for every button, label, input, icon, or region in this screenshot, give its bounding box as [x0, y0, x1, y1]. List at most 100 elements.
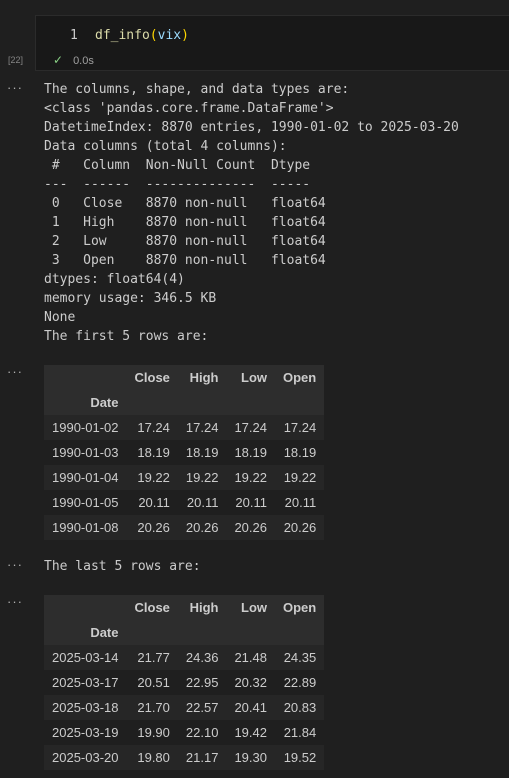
table-row: 2025-03-19 19.90 22.10 19.42 21.84: [44, 720, 325, 745]
blank-cell: [226, 620, 275, 645]
row-index-date: 1990-01-08: [52, 520, 119, 535]
table-cell: 20.11: [138, 495, 170, 510]
column-header: Close: [134, 600, 170, 615]
table-cell: 19.30: [234, 750, 267, 765]
table-cell: 24.36: [185, 650, 219, 665]
table-row: 1990-01-04 19.22 19.22 19.22 19.22: [44, 465, 325, 490]
index-header-blank: [44, 595, 127, 620]
execution-status: ✓ 0.0s: [53, 53, 94, 67]
table-cell: 18.19: [137, 445, 170, 460]
output-menu-icon[interactable]: ···: [7, 557, 23, 572]
last-rows-label: The last 5 rows are:: [44, 559, 201, 574]
output-menu-icon[interactable]: ···: [7, 594, 23, 609]
table-cell: 18.19: [185, 445, 219, 460]
first-rows-table: Close High Low Open Date 1990-01-02 17.24 17.24…: [44, 365, 325, 540]
row-index-date: 2025-03-19: [52, 725, 119, 740]
table-cell: 19.22: [283, 470, 317, 485]
blank-cell: [178, 390, 227, 415]
table-cell: 22.89: [283, 675, 317, 690]
table-cell: 20.32: [234, 675, 267, 690]
blank-cell: [275, 390, 324, 415]
column-header: Open: [283, 600, 317, 615]
table-row: 2025-03-17 20.51 22.95 20.32 22.89: [44, 670, 325, 695]
row-index-date: 1990-01-04: [52, 470, 119, 485]
row-index-date: 1990-01-05: [52, 495, 119, 510]
row-index-date: 1990-01-02: [52, 420, 119, 435]
code-cell[interactable]: 1 df_info(vix) ✓ 0.0s: [35, 15, 509, 71]
table-cell: 20.41: [234, 700, 267, 715]
blank-cell: [178, 620, 227, 645]
table-cell: 20.26: [185, 520, 219, 535]
table-row: 1990-01-03 18.19 18.19 18.19 18.19: [44, 440, 325, 465]
table-cell: 19.80: [137, 750, 170, 765]
header-row: Close High Low Open: [44, 595, 325, 620]
row-index-date: 2025-03-20: [52, 750, 119, 765]
blank-cell: [275, 620, 324, 645]
table-cell: 17.24: [234, 420, 267, 435]
column-header: High: [189, 370, 219, 385]
column-header: Low: [241, 600, 267, 615]
table-cell: 20.83: [283, 700, 317, 715]
table-cell: 18.19: [234, 445, 267, 460]
table-cell: 21.77: [137, 650, 170, 665]
row-index-date: 1990-01-03: [52, 445, 119, 460]
column-header: Open: [283, 370, 317, 385]
table-cell: 19.22: [234, 470, 267, 485]
table-cell: 20.26: [234, 520, 267, 535]
table-cell: 20.51: [137, 675, 170, 690]
table-cell: 21.17: [185, 750, 219, 765]
output-menu-icon[interactable]: ···: [7, 80, 23, 95]
code-paren-open: (: [149, 28, 158, 43]
row-index-date: 2025-03-14: [52, 650, 119, 665]
index-name-row: Date: [44, 390, 325, 415]
table-cell: 19.22: [137, 470, 170, 485]
line-number: 1: [70, 28, 78, 43]
blank-cell: [127, 390, 178, 415]
column-header: Low: [241, 370, 267, 385]
table-cell: 21.48: [234, 650, 267, 665]
table-row: 1990-01-08 20.26 20.26 20.26 20.26: [44, 515, 325, 540]
table-cell: 17.24: [283, 420, 317, 435]
check-icon: ✓: [53, 53, 64, 67]
row-index-date: 2025-03-17: [52, 675, 119, 690]
code-argument: vix: [157, 28, 182, 43]
table-cell: 19.90: [137, 725, 170, 740]
table-cell: 17.24: [137, 420, 170, 435]
table-row: 1990-01-05 20.11 20.11 20.11 20.11: [44, 490, 325, 515]
table-cell: 21.84: [283, 725, 317, 740]
blank-cell: [127, 620, 178, 645]
output-menu-icon[interactable]: ···: [7, 364, 23, 379]
table-row: 2025-03-20 19.80 21.17 19.30 19.52: [44, 745, 325, 770]
code-line[interactable]: df_info(vix): [95, 28, 189, 43]
blank-cell: [226, 390, 275, 415]
table-cell: 24.35: [283, 650, 317, 665]
header-row: Close High Low Open: [44, 365, 325, 390]
execution-count: [22]: [8, 55, 24, 65]
table-cell: 22.10: [185, 725, 219, 740]
table-cell: 22.57: [185, 700, 219, 715]
table-cell: 18.19: [283, 445, 317, 460]
table-row: 2025-03-18 21.70 22.57 20.41 20.83: [44, 695, 325, 720]
execution-time: 0.0s: [73, 55, 94, 67]
table-cell: 19.42: [234, 725, 267, 740]
table-cell: 20.26: [283, 520, 317, 535]
index-header-blank: [44, 365, 127, 390]
table-cell: 22.95: [185, 675, 219, 690]
row-index-date: 2025-03-18: [52, 700, 119, 715]
code-paren-close: ): [181, 28, 189, 43]
table-cell: 19.22: [185, 470, 219, 485]
table-row: 1990-01-02 17.24 17.24 17.24 17.24: [44, 415, 325, 440]
table-cell: 19.52: [283, 750, 317, 765]
column-header: Close: [134, 370, 170, 385]
table-cell: 17.24: [185, 420, 219, 435]
index-name: Date: [90, 395, 119, 410]
table-row: 2025-03-14 21.77 24.36 21.48 24.35: [44, 645, 325, 670]
table-cell: 20.26: [137, 520, 170, 535]
table-cell: 20.11: [284, 495, 317, 510]
table-cell: 20.11: [186, 495, 219, 510]
table-cell: 20.11: [235, 495, 267, 510]
column-header: High: [189, 600, 219, 615]
index-name: Date: [90, 625, 119, 640]
code-function: df_info: [95, 28, 150, 43]
index-name-row: Date: [44, 620, 325, 645]
